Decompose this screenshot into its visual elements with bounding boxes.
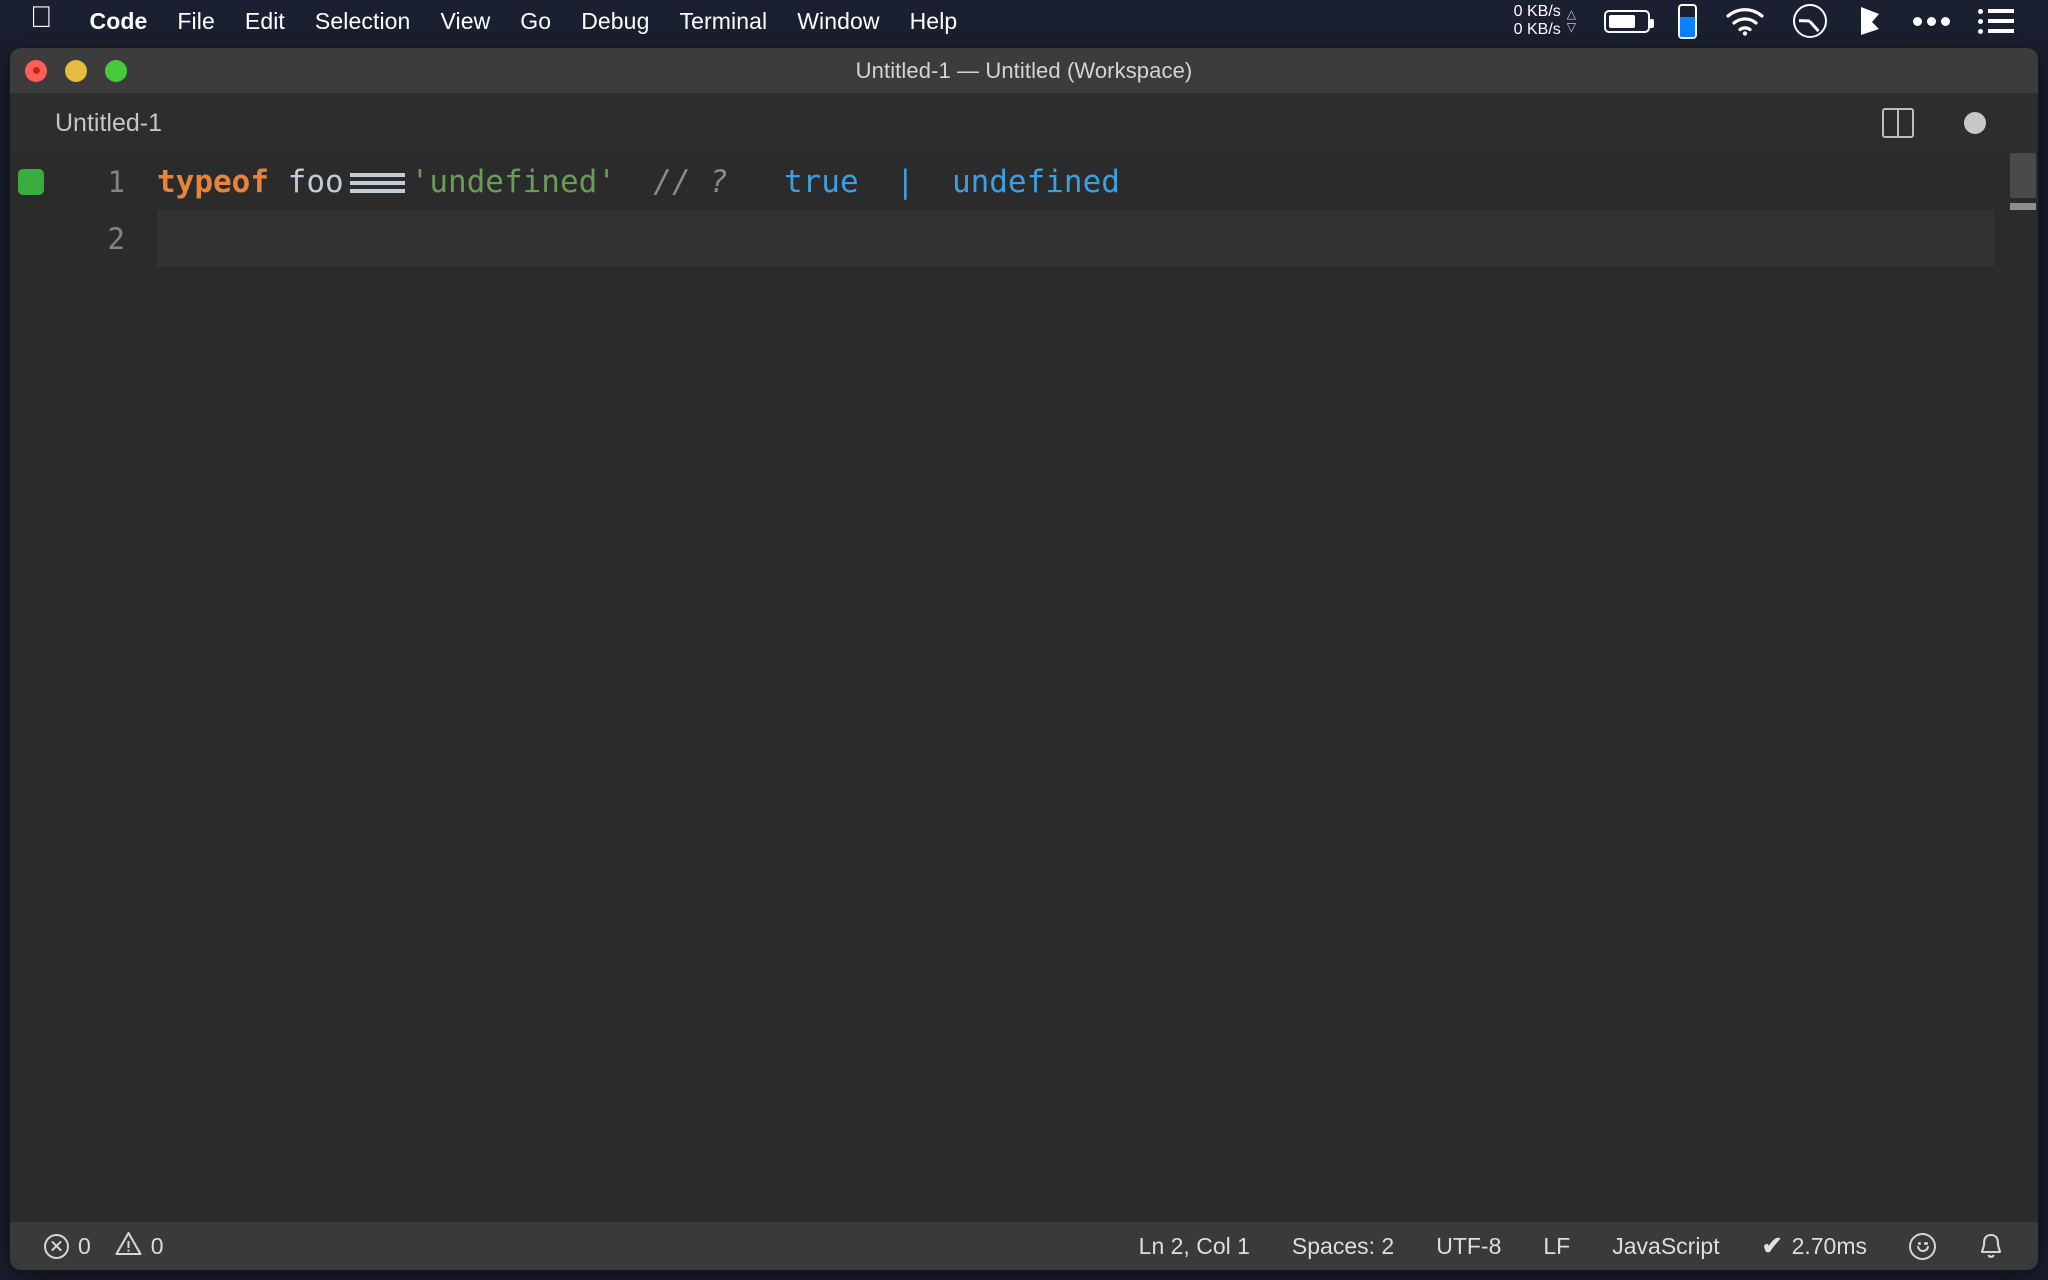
wifi-status[interactable]: [1711, 6, 1779, 36]
download-arrow-icon: ▽: [1567, 21, 1576, 34]
errors-count: 0: [78, 1233, 91, 1260]
close-window-button[interactable]: [25, 60, 47, 82]
menu-item-terminal[interactable]: Terminal: [664, 8, 782, 35]
problems-status[interactable]: 0 0: [32, 1231, 176, 1262]
quokka-timing-status[interactable]: ✔ 2.70ms: [1750, 1231, 1879, 1261]
token-constant-undefined: undefined: [952, 164, 1120, 200]
dropbox-icon: [1855, 4, 1885, 38]
bell-icon: [1978, 1232, 2004, 1260]
smiley-icon: [1909, 1233, 1936, 1260]
status-bar-right: Ln 2, Col 1 Spaces: 2 UTF-8 LF JavaScrip…: [1127, 1231, 2016, 1261]
token-string-undefined: 'undefined': [411, 164, 616, 200]
cursor-position-status[interactable]: Ln 2, Col 1: [1127, 1233, 1262, 1260]
run-marker-icon[interactable]: [18, 169, 44, 195]
ellipsis-menu[interactable]: [1899, 17, 1964, 26]
window-traffic-lights: [25, 60, 127, 82]
editor-tab-bar: Untitled-1: [10, 93, 2038, 153]
status-bar: 0 0 Ln 2, Col 1 Spaces: 2 UTF-8 LF JavaS…: [10, 1222, 2038, 1270]
menu-item-view[interactable]: View: [425, 8, 505, 35]
warning-icon: [115, 1231, 142, 1262]
macos-menu-bar:  Code File Edit Selection View Go Debug…: [0, 0, 2048, 42]
split-editor-icon[interactable]: [1882, 108, 1914, 138]
menu-item-edit[interactable]: Edit: [230, 8, 300, 35]
device-battery-status[interactable]: [1664, 4, 1711, 39]
tab-label: Untitled-1: [55, 109, 162, 138]
feedback-button[interactable]: [1897, 1233, 1948, 1260]
status-bar-left: 0 0: [32, 1231, 176, 1262]
tab-untitled-1[interactable]: Untitled-1: [10, 93, 188, 153]
error-icon: [44, 1234, 69, 1259]
scrollbar-thumb[interactable]: [2010, 153, 2036, 198]
menu-item-go[interactable]: Go: [505, 8, 566, 35]
editor-line-1[interactable]: 1 typeof foo 'undefined' // ? true | und…: [10, 153, 2038, 210]
eol-status[interactable]: LF: [1531, 1233, 1582, 1260]
zoom-window-button[interactable]: [105, 60, 127, 82]
menu-item-debug[interactable]: Debug: [566, 8, 664, 35]
token-variable-foo: foo: [288, 164, 344, 200]
menu-item-window[interactable]: Window: [782, 8, 894, 35]
editor-tab-actions: [1882, 108, 2038, 138]
token-pipe-separator: |: [896, 164, 915, 200]
encoding-status[interactable]: UTF-8: [1424, 1233, 1513, 1260]
window-title-bar: Untitled-1 — Untitled (Workspace): [10, 48, 2038, 93]
token-constant-true: true: [784, 164, 859, 200]
device-battery-icon: [1678, 4, 1697, 39]
line-number-1: 1: [52, 165, 157, 199]
token-operator-strict-equals: [350, 173, 405, 193]
menu-item-file[interactable]: File: [162, 8, 229, 35]
network-upload-speed: 0 KB/s: [1514, 3, 1561, 21]
ellipsis-icon: [1913, 17, 1950, 26]
network-download-speed: 0 KB/s: [1514, 21, 1561, 39]
line-number-2: 2: [52, 222, 157, 256]
menubar-status-tray: 0 KB/s 0 KB/s △ ▽: [1500, 3, 2028, 39]
warnings-count: 0: [151, 1233, 164, 1260]
upload-arrow-icon: △: [1567, 8, 1576, 21]
battery-status[interactable]: [1590, 10, 1664, 33]
indentation-status[interactable]: Spaces: 2: [1280, 1233, 1406, 1260]
notification-center-button[interactable]: [1964, 9, 2028, 34]
wifi-icon: [1725, 6, 1765, 36]
menu-item-help[interactable]: Help: [895, 8, 973, 35]
window-title: Untitled-1 — Untitled (Workspace): [10, 58, 2038, 84]
clock-status[interactable]: [1779, 4, 1841, 38]
timing-value: 2.70ms: [1792, 1233, 1867, 1260]
minimize-window-button[interactable]: [65, 60, 87, 82]
menu-item-code[interactable]: Code: [75, 8, 163, 35]
battery-icon: [1604, 10, 1650, 33]
menu-item-selection[interactable]: Selection: [300, 8, 426, 35]
editor-line-2[interactable]: 2: [10, 210, 2038, 267]
vscode-window: Untitled-1 — Untitled (Workspace) Untitl…: [10, 48, 2038, 1270]
current-line-highlight: [157, 210, 1994, 267]
scrollbar-decoration-tick: [2010, 203, 2036, 210]
gutter-marker-cell-1[interactable]: [10, 169, 52, 195]
network-speed-indicator[interactable]: 0 KB/s 0 KB/s △ ▽: [1500, 3, 1590, 39]
apple-logo-icon[interactable]: : [30, 3, 53, 33]
code-editor[interactable]: 1 typeof foo 'undefined' // ? true | und…: [10, 153, 2038, 1222]
language-mode-status[interactable]: JavaScript: [1600, 1233, 1731, 1260]
notifications-button[interactable]: [1966, 1232, 2016, 1260]
code-line-1-content[interactable]: typeof foo 'undefined' // ? true | undef…: [157, 164, 2038, 200]
clock-icon: [1793, 4, 1827, 38]
token-comment: // ?: [653, 164, 728, 200]
unsaved-dot-icon[interactable]: [1964, 112, 1986, 134]
check-icon: ✔: [1762, 1231, 1783, 1261]
token-keyword-typeof: typeof: [157, 164, 269, 200]
dropbox-status[interactable]: [1841, 4, 1899, 38]
list-icon: [1978, 9, 2014, 34]
editor-vertical-scrollbar[interactable]: [2006, 153, 2038, 1222]
